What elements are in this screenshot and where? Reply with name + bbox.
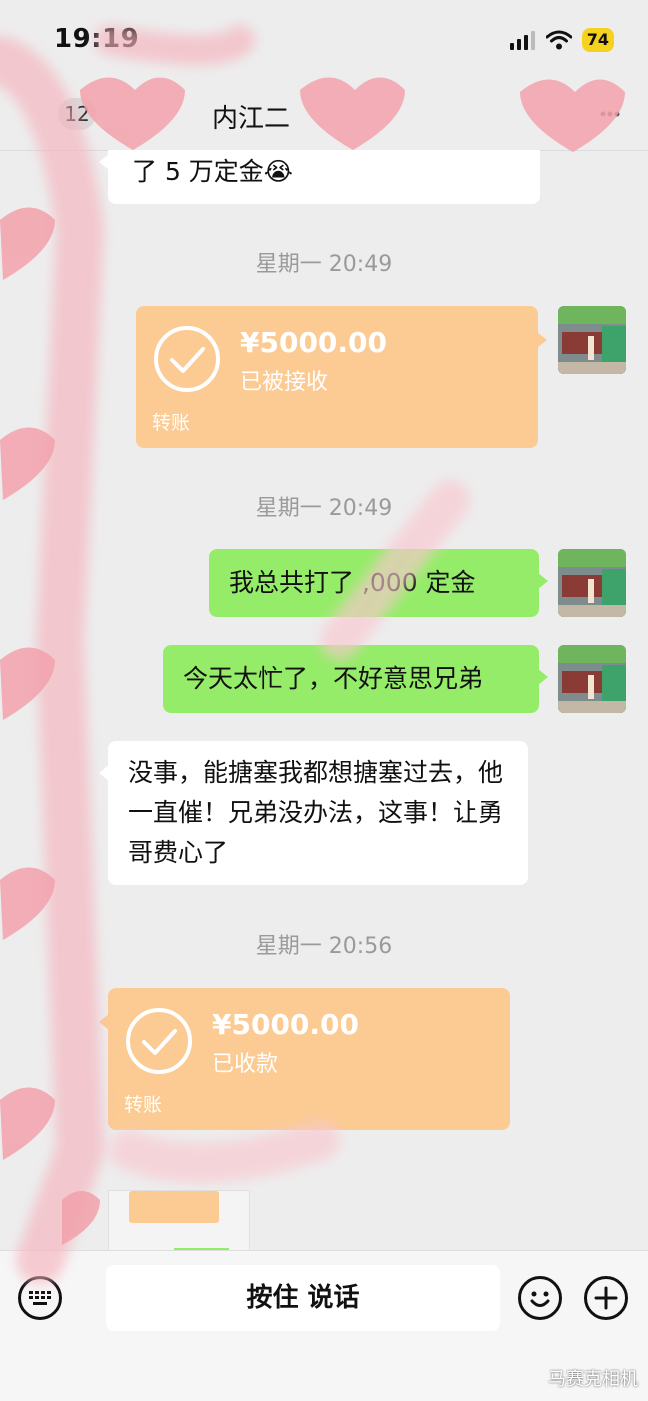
timestamp: 星期一 20:49	[255, 252, 393, 277]
emoji-button[interactable]	[518, 1276, 562, 1320]
timestamp: 星期一 20:56	[255, 934, 393, 959]
keyboard-icon	[29, 1291, 51, 1305]
status-bar: 19:19 74	[0, 0, 648, 80]
avatar[interactable]	[558, 549, 626, 617]
check-circle-icon	[126, 1008, 192, 1074]
camera-watermark: 马赛克相机	[548, 1369, 638, 1390]
wifi-icon	[545, 30, 572, 50]
thumbnail-transfer-card	[129, 1191, 219, 1223]
chat-title: 内江二	[212, 104, 291, 134]
message-text: 今天太忙了，不好意思兄弟	[183, 664, 484, 693]
avatar[interactable]	[558, 645, 626, 713]
message-text: 没事，能搪塞我都想搪塞过去，他一直催！兄弟没办法，这事！让勇哥费心了	[128, 758, 504, 867]
transfer-card-sent[interactable]: ¥5000.00 已被接收 转账	[136, 306, 547, 448]
more-icon[interactable]	[600, 110, 620, 118]
transfer-card-received[interactable]: ¥5000.00 已收款 转账	[99, 988, 510, 1130]
back-button[interactable]: 12	[58, 98, 96, 130]
emoji-icon	[530, 1291, 550, 1307]
plus-icon	[594, 1286, 618, 1310]
check-circle-icon	[154, 326, 220, 392]
transfer-amount: ¥5000.00	[212, 1008, 360, 1041]
message-text: 我总共打了 ,000 定金	[229, 568, 476, 597]
image-message-thumbnail[interactable]	[108, 1190, 250, 1250]
transfer-label: 转账	[124, 1094, 163, 1116]
message-text: 了 5 万定金😭	[132, 157, 294, 186]
chat-list[interactable]: 了 5 万定金😭 星期一 20:49 ¥5000.00 已被接收 转账 星期一 …	[0, 150, 648, 1250]
signal-icon	[509, 31, 535, 50]
transfer-status: 已收款	[212, 1052, 279, 1077]
more-functions-button[interactable]	[584, 1276, 628, 1320]
hold-to-talk-button[interactable]: 按住 说话	[106, 1265, 500, 1331]
message-bubble-sent[interactable]: 我总共打了 ,000 定金	[209, 549, 548, 617]
status-time: 19:19	[54, 24, 140, 54]
avatar[interactable]	[558, 306, 626, 374]
message-bubble-partial[interactable]: 了 5 万定金😭	[99, 150, 540, 204]
chat-header: 12 内江二	[0, 80, 648, 151]
message-bubble-sent[interactable]: 今天太忙了，不好意思兄弟	[163, 645, 548, 713]
battery-icon: 74	[581, 28, 614, 52]
message-bubble-received[interactable]: 没事，能搪塞我都想搪塞过去，他一直催！兄弟没办法，这事！让勇哥费心了	[99, 741, 528, 885]
input-bar: 按住 说话 马赛克相机	[0, 1250, 648, 1401]
status-icons: 74	[509, 26, 614, 54]
transfer-label: 转账	[152, 412, 191, 434]
transfer-amount: ¥5000.00	[240, 326, 388, 359]
transfer-status: 已被接收	[240, 370, 329, 395]
timestamp: 星期一 20:49	[255, 496, 393, 521]
keyboard-toggle-button[interactable]	[18, 1276, 62, 1320]
